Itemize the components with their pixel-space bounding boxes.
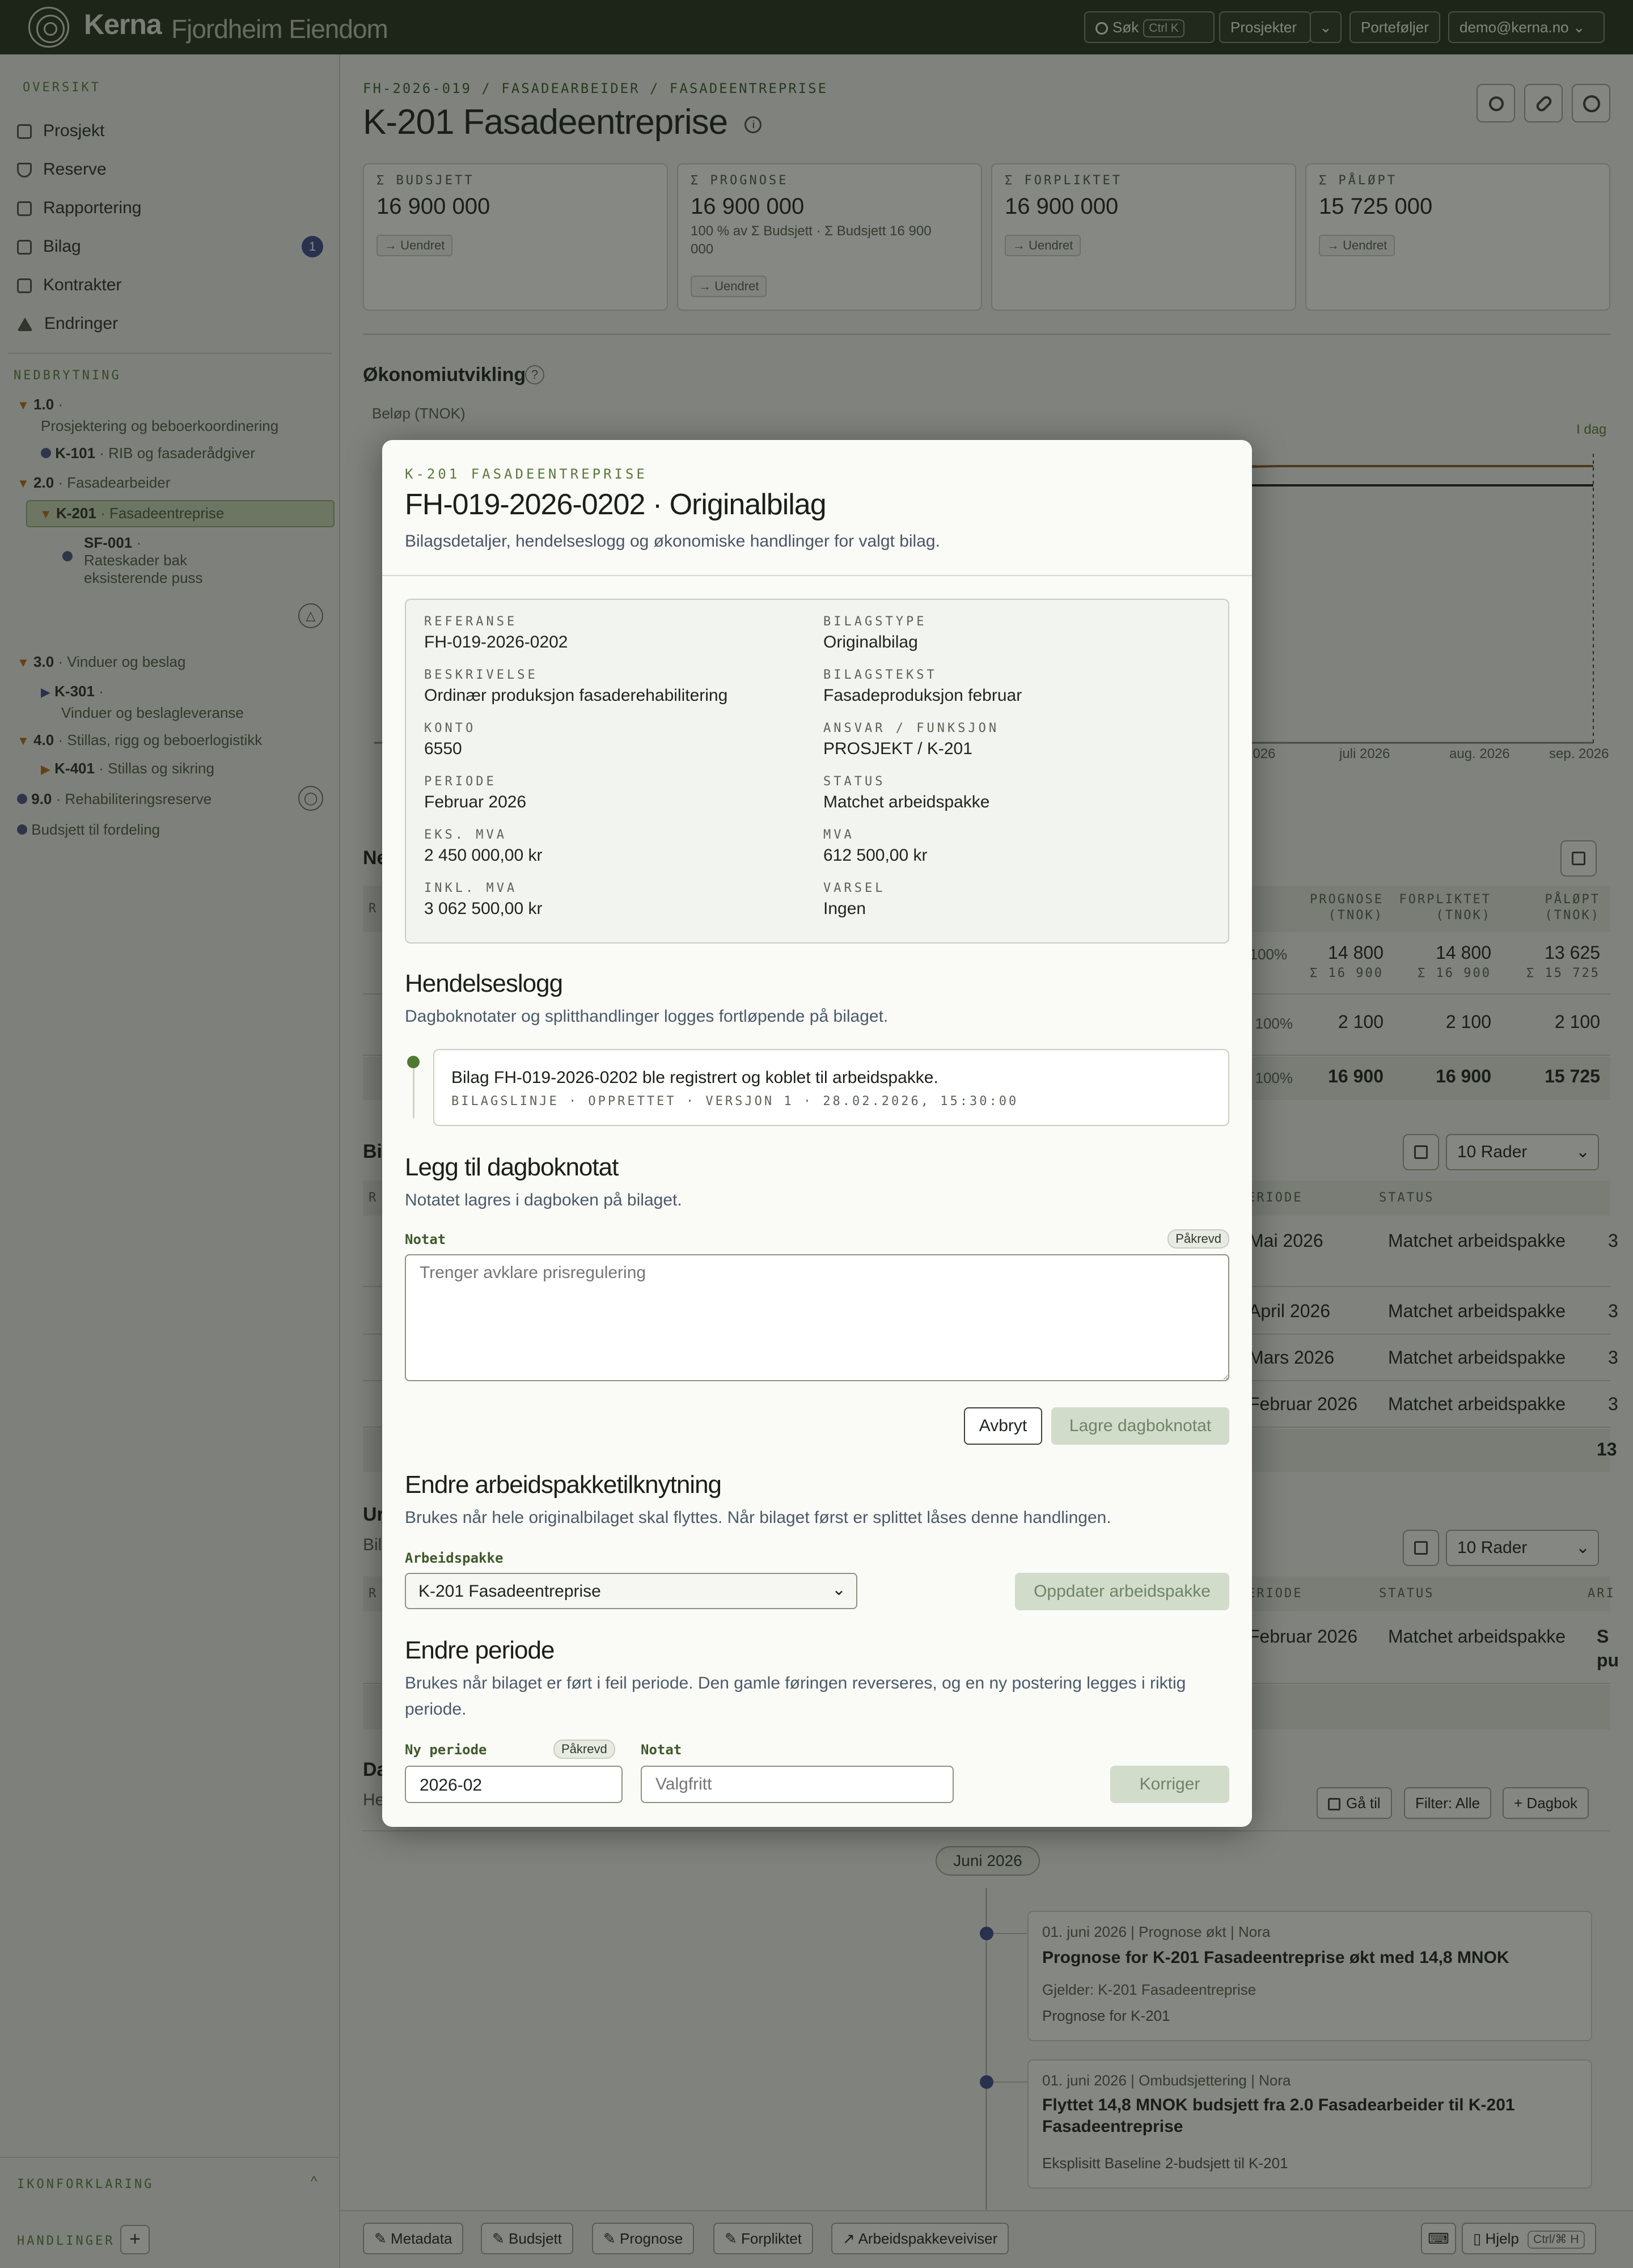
detail-label: PERIODE (424, 775, 497, 789)
change-period-subtitle: Brukes når bilaget er ført i feil period… (405, 1674, 1186, 1692)
add-note-title: Legg til dagboknotat (405, 1153, 619, 1181)
detail-label: MVA (823, 828, 854, 842)
detail-label: INKL. MVA (424, 881, 518, 895)
event-timeline-line (413, 1068, 414, 1118)
change-period-subtitle-cont: periode. (405, 1700, 467, 1719)
period-note-label: Notat (641, 1742, 682, 1758)
account-value: 6550 (424, 739, 462, 758)
event-log-title: Hendelseslogg (405, 970, 563, 997)
warning-value: Ingen (823, 899, 866, 918)
detail-label: STATUS (823, 775, 886, 789)
add-note-subtitle: Notatet lagres i dagboken på bilaget. (405, 1191, 682, 1209)
divider (382, 575, 1252, 576)
event-log-subtitle: Dagboknotater og splitthandlinger logges… (405, 1007, 889, 1026)
cancel-button[interactable]: Avbryt (964, 1407, 1042, 1445)
workpackage-select[interactable]: K-201 Fasadeentreprise ⌄ (405, 1573, 857, 1609)
save-note-button[interactable]: Lagre dagboknotat (1051, 1407, 1229, 1445)
new-period-label: Ny periode (405, 1742, 487, 1758)
voucher-detail-modal: K-201 FASADEENTREPRISE FH-019-2026-0202 … (382, 440, 1252, 1827)
reference-value: FH-019-2026-0202 (424, 633, 568, 651)
change-period-title: Endre periode (405, 1636, 555, 1664)
detail-label: KONTO (424, 721, 476, 735)
event-entry-meta: BILAGSLINJE · OPPRETTET · VERSJON 1 · 28… (451, 1094, 1019, 1108)
change-workpackage-title: Endre arbeidspakketilknytning (405, 1471, 722, 1499)
detail-label: ANSVAR / FUNKSJON (823, 721, 1000, 735)
vat-value: 612 500,00 kr (823, 846, 928, 865)
voucher-text-value: Fasadeproduksjon februar (823, 686, 1022, 705)
detail-label: REFERANSE (424, 615, 518, 629)
modal-title: FH-019-2026-0202 · Originalbilag (405, 488, 827, 521)
modal-subtitle: Bilagsdetaljer, hendelseslogg og økonomi… (405, 532, 940, 551)
detail-label: BILAGSTYPE (823, 615, 927, 629)
detail-label: EKS. MVA (424, 828, 507, 842)
chevron-down-icon: ⌄ (831, 1580, 846, 1599)
period-note-input[interactable] (641, 1766, 954, 1803)
voucher-details-panel: REFERANSE FH-019-2026-0202 BILAGSTYPE Or… (405, 599, 1229, 943)
note-field-label: Notat (405, 1232, 446, 1247)
description-value: Ordinær produksjon fasaderehabilitering (424, 686, 728, 705)
detail-label: VARSEL (823, 881, 886, 895)
event-status-dot (407, 1056, 420, 1068)
amount-inc-vat-value: 3 062 500,00 kr (424, 899, 543, 918)
new-period-input[interactable]: 2026-02 (405, 1766, 623, 1803)
detail-label: BESKRIVELSE (424, 668, 538, 682)
required-badge: Påkrevd (1167, 1229, 1229, 1249)
event-log-entry: Bilag FH-019-2026-0202 ble registrert og… (433, 1049, 1229, 1126)
new-period-value: 2026-02 (420, 1776, 483, 1795)
note-textarea[interactable] (405, 1254, 1229, 1381)
workpackage-field-label: Arbeidspakke (405, 1550, 504, 1566)
update-workpackage-button[interactable]: Oppdater arbeidspakke (1015, 1573, 1229, 1610)
period-value: Februar 2026 (424, 793, 527, 811)
amount-ex-vat-value: 2 450 000,00 kr (424, 846, 543, 865)
correct-period-button[interactable]: Korriger (1110, 1766, 1229, 1803)
detail-label: BILAGSTEKST (823, 668, 937, 682)
workpackage-selected-value: K-201 Fasadeentreprise (418, 1582, 601, 1601)
voucher-type-value: Originalbilag (823, 633, 918, 651)
event-entry-text: Bilag FH-019-2026-0202 ble registrert og… (451, 1068, 938, 1087)
responsibility-value: PROSJEKT / K-201 (823, 739, 972, 758)
modal-kicker: K-201 FASADEENTREPRISE (405, 466, 648, 482)
change-workpackage-subtitle: Brukes når hele originalbilaget skal fly… (405, 1508, 1111, 1527)
status-value: Matchet arbeidspakke (823, 793, 990, 811)
required-badge: Påkrevd (553, 1740, 615, 1759)
